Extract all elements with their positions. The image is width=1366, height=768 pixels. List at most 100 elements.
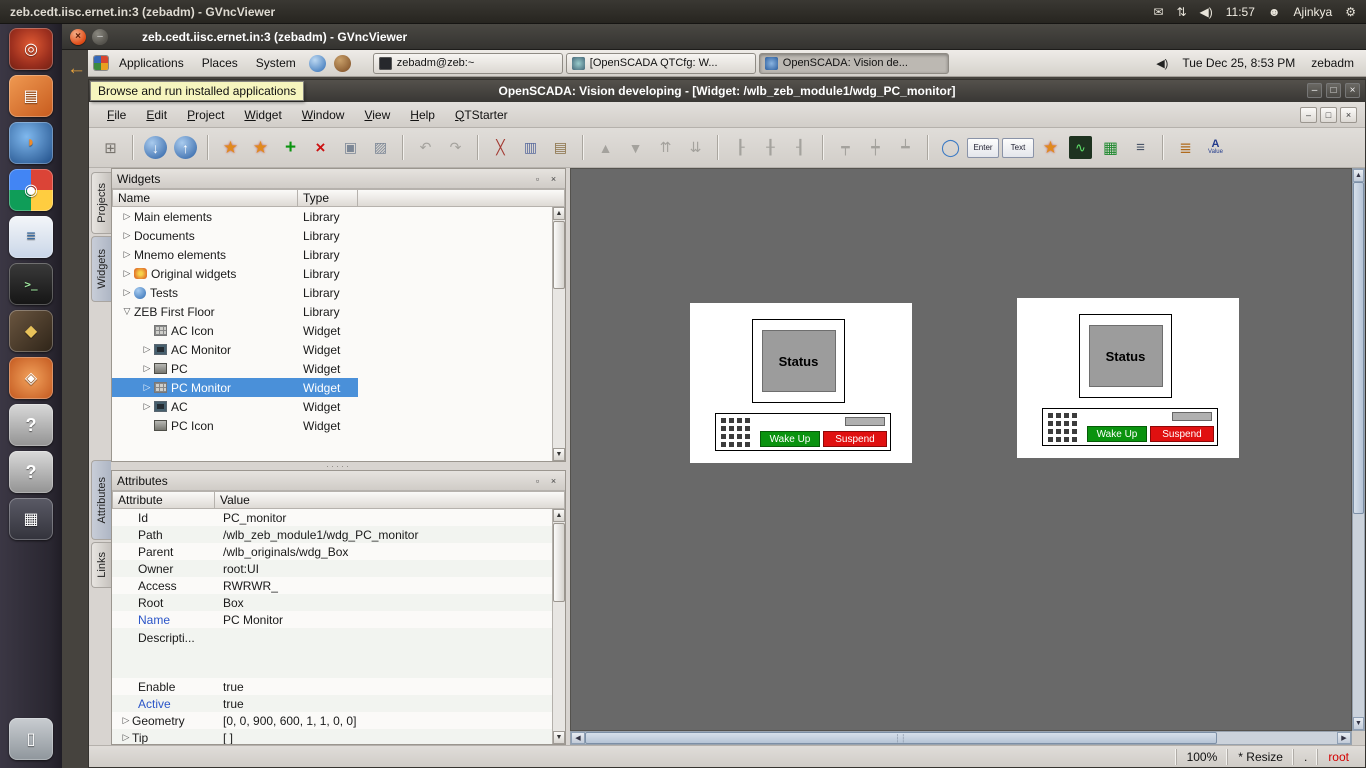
column-header-type[interactable]: Type xyxy=(298,189,358,207)
attr-value[interactable]: PC_monitor xyxy=(215,511,565,525)
taskbar-item-terminal[interactable]: zebadm@zeb:~ xyxy=(373,53,563,74)
menu-places[interactable]: Places xyxy=(195,53,245,73)
toolbar-redo-button[interactable]: ↷ xyxy=(442,134,469,161)
back-arrow-icon[interactable]: ← xyxy=(67,58,86,80)
expander-icon[interactable]: ▷ xyxy=(140,363,154,374)
attr-value[interactable]: RWRWR_ xyxy=(215,579,565,593)
attr-row-parent[interactable]: Parent/wlb_originals/wdg_Box xyxy=(112,543,565,560)
volume-indicator-icon[interactable]: ◀) xyxy=(1200,5,1213,19)
toolbar-add-library-widget-button[interactable]: ★ xyxy=(247,134,274,161)
mdi-minimize-button[interactable]: – xyxy=(1300,107,1317,123)
tree-row-ac-icon[interactable]: AC Icon Widget xyxy=(112,321,565,340)
attr-value[interactable]: true xyxy=(215,680,565,694)
panel-float-button[interactable]: ▫ xyxy=(531,474,544,487)
attr-row-enable[interactable]: Enabletrue xyxy=(112,678,565,695)
applications-menu-icon[interactable] xyxy=(94,56,108,70)
scrollbar-thumb[interactable] xyxy=(553,523,565,602)
menu-qtstarter[interactable]: QTStarter xyxy=(445,104,518,126)
toolbar-align-bottom-button[interactable]: ┷ xyxy=(892,134,919,161)
attr-value[interactable]: [ ] xyxy=(215,731,565,745)
tab-widgets[interactable]: Widgets xyxy=(91,236,111,302)
attr-value[interactable]: PC Monitor xyxy=(215,613,565,627)
suspend-button[interactable]: Suspend xyxy=(823,431,887,447)
launcher-item-package-tool[interactable]: ◆ xyxy=(9,310,53,352)
launcher-item-ubuntu-dash[interactable]: ◎ xyxy=(9,28,53,70)
launcher-item-terminal[interactable]: >_ xyxy=(9,263,53,305)
maximize-button[interactable]: □ xyxy=(1326,83,1341,98)
scrollbar-thumb[interactable] xyxy=(553,221,565,289)
menu-widget[interactable]: Widget xyxy=(234,104,291,126)
menu-project[interactable]: Project xyxy=(177,104,234,126)
remote-clock[interactable]: Tue Dec 25, 8:53 PM xyxy=(1182,56,1295,70)
canvas-hscrollbar[interactable]: ◀ ┆┆ ▶ xyxy=(570,731,1352,745)
menu-system[interactable]: System xyxy=(249,53,303,73)
network-indicator-icon[interactable]: ⇅ xyxy=(1176,5,1186,19)
attr-value[interactable]: [0, 0, 900, 600, 1, 1, 0, 0] xyxy=(215,714,565,728)
close-button[interactable]: × xyxy=(1345,83,1360,98)
menu-file[interactable]: File xyxy=(97,104,136,126)
toolbar-lower-to-bottom-button[interactable]: ⇊ xyxy=(682,134,709,161)
wake-up-button[interactable]: Wake Up xyxy=(1087,426,1147,442)
toolbar-align-left-button[interactable]: ┠ xyxy=(727,134,754,161)
expander-icon[interactable]: ▷ xyxy=(120,732,132,743)
scroll-up-icon[interactable]: ▲ xyxy=(1353,169,1364,182)
launcher-item-libreoffice-writer[interactable]: ≡ xyxy=(9,216,53,258)
attr-row-name[interactable]: NamePC Monitor xyxy=(112,611,565,628)
attr-value[interactable]: /wlb_zeb_module1/wdg_PC_monitor xyxy=(215,528,565,542)
app-launcher-icon[interactable] xyxy=(334,55,351,72)
menu-view[interactable]: View xyxy=(354,104,400,126)
mail-indicator-icon[interactable]: ✉ xyxy=(1153,5,1163,19)
toolbar-new-visual-item-button[interactable]: ⊞ xyxy=(97,134,124,161)
toolbar-diagram-elements-button[interactable]: ∿ xyxy=(1069,136,1092,159)
statusbar-user[interactable]: root xyxy=(1317,749,1359,765)
attr-row-root[interactable]: RootBox xyxy=(112,594,565,611)
scroll-up-icon[interactable]: ▲ xyxy=(553,207,565,220)
expander-icon[interactable]: ▽ xyxy=(120,306,134,317)
launcher-item-chromium[interactable]: ◉ xyxy=(9,169,53,211)
scrollbar-thumb[interactable] xyxy=(1353,182,1364,514)
toolbar-save-to-db-button[interactable]: ↑ xyxy=(174,136,197,159)
attr-row-geometry[interactable]: ▷Geometry[0, 0, 900, 600, 1, 1, 0, 0] xyxy=(112,712,565,729)
scroll-left-icon[interactable]: ◀ xyxy=(571,732,585,744)
scroll-down-icon[interactable]: ▼ xyxy=(553,731,565,744)
gvncviewer-titlebar[interactable]: × – zeb.cedt.iisc.ernet.in:3 (zebadm) - … xyxy=(62,24,1366,50)
wake-up-button[interactable]: Wake Up xyxy=(760,431,820,447)
attr-row-path[interactable]: Path/wlb_zeb_module1/wdg_PC_monitor xyxy=(112,526,565,543)
host-clock[interactable]: 11:57 xyxy=(1226,5,1255,19)
expander-icon[interactable]: ▷ xyxy=(120,287,134,298)
launcher-item-unknown-app-1[interactable]: ? xyxy=(9,404,53,446)
attributes-scrollbar[interactable]: ▲ ▼ xyxy=(552,509,565,744)
taskbar-item-vision[interactable]: OpenSCADA: Vision de... xyxy=(759,53,949,74)
tree-row-pc[interactable]: ▷PC Widget xyxy=(112,359,565,378)
tree-row-tests[interactable]: ▷Tests Library xyxy=(112,283,565,302)
expander-icon[interactable]: ▷ xyxy=(120,268,134,279)
toolbar-form-elements-button[interactable]: Enter xyxy=(967,138,999,158)
toolbar-cut-button[interactable]: ╳ xyxy=(487,134,514,161)
menu-applications[interactable]: Applications xyxy=(112,53,191,73)
expander-icon[interactable]: ▷ xyxy=(120,211,134,222)
attr-row-id[interactable]: IdPC_monitor xyxy=(112,509,565,526)
attr-value[interactable]: Box xyxy=(215,596,565,610)
tab-attributes[interactable]: Attributes xyxy=(91,460,111,540)
toolbar-load-from-db-button[interactable]: ↓ xyxy=(144,136,167,159)
window-minimize-button[interactable]: – xyxy=(92,29,108,45)
attr-row-access[interactable]: AccessRWRWR_ xyxy=(112,577,565,594)
column-header-attribute[interactable]: Attribute xyxy=(112,491,215,509)
tree-scrollbar[interactable]: ▲ ▼ xyxy=(552,207,565,461)
mdi-restore-button[interactable]: □ xyxy=(1320,107,1337,123)
scrollbar-thumb[interactable]: ┆┆ xyxy=(585,732,1217,744)
tree-row-ac[interactable]: ▷AC Widget xyxy=(112,397,565,416)
tree-row-mnemo-elements[interactable]: ▷Mnemo elements Library xyxy=(112,245,565,264)
menu-window[interactable]: Window xyxy=(292,104,355,126)
browser-launcher-icon[interactable] xyxy=(309,55,326,72)
attr-value[interactable]: true xyxy=(215,697,565,711)
toolbar-new-widget-library-button[interactable]: ★ xyxy=(217,134,244,161)
suspend-button[interactable]: Suspend xyxy=(1150,426,1214,442)
panel-splitter[interactable]: ····· xyxy=(111,462,566,470)
tree-row-original-widgets[interactable]: ▷Original widgets Library xyxy=(112,264,565,283)
toolbar-visual-item-properties-button[interactable]: ▣ xyxy=(337,134,364,161)
edit-canvas[interactable]: Status Wake Up Suspend xyxy=(570,168,1352,731)
menu-edit[interactable]: Edit xyxy=(136,104,177,126)
toolbar-raise-button[interactable]: ▲ xyxy=(592,134,619,161)
window-close-button[interactable]: × xyxy=(70,29,86,45)
